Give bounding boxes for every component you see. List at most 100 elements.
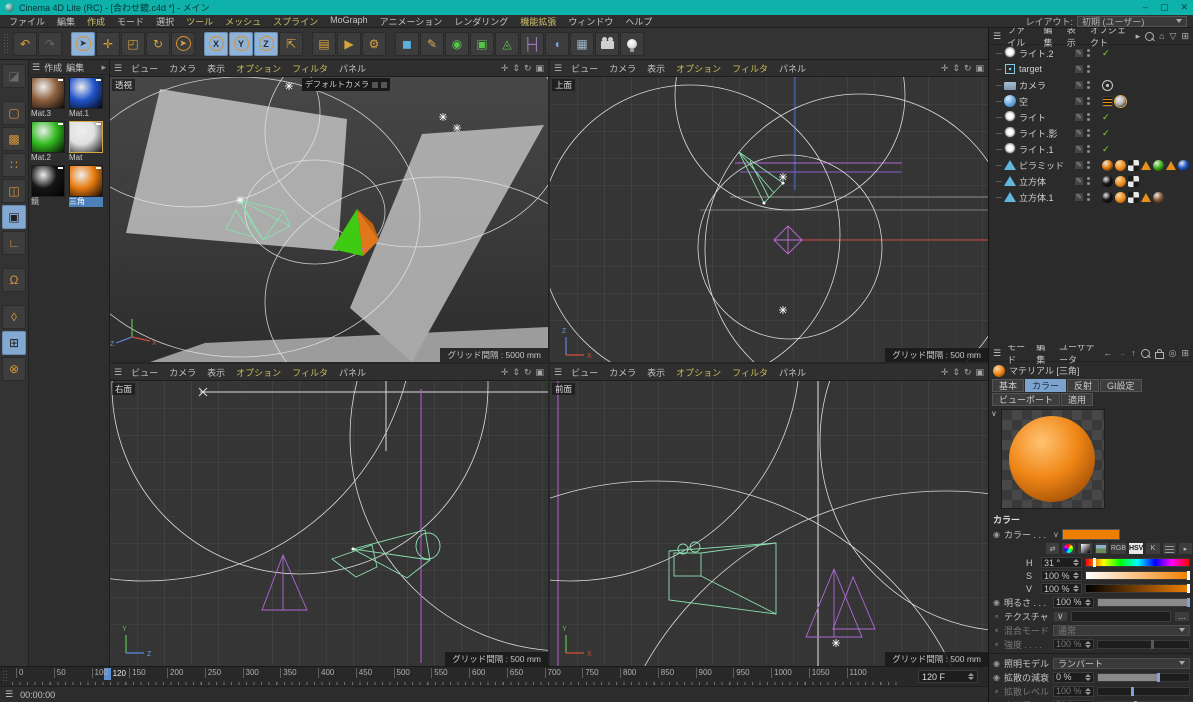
edit-toggle-icon[interactable]: ✎	[1074, 96, 1084, 106]
object-toggles[interactable]: ✎	[1074, 80, 1100, 90]
material-tag[interactable]	[1102, 192, 1113, 203]
object-row[interactable]: ライト.2✎✓	[989, 45, 1193, 61]
toggle-view-icon[interactable]: ▣	[535, 63, 544, 74]
search-icon[interactable]	[1145, 32, 1154, 41]
spline-boolean-tools-button[interactable]: ├┤	[520, 32, 544, 56]
edit-toggle-icon[interactable]: ✎	[1074, 176, 1084, 186]
move-tool-button[interactable]: ✛	[96, 32, 120, 56]
keyframe-icon[interactable]: ◉	[992, 530, 1001, 539]
material-tag[interactable]	[1178, 160, 1189, 171]
lighting-model-select[interactable]: ランバート	[1053, 658, 1190, 669]
panel-menu-icon[interactable]: ☰	[554, 63, 562, 74]
close-button[interactable]: ✕	[1180, 2, 1188, 13]
mixer-mode-icon[interactable]	[1162, 542, 1177, 555]
viewport-menu-item[interactable]: フィルタ	[287, 62, 333, 75]
panel-menu-icon[interactable]: ☰	[993, 348, 1001, 359]
menu-item[interactable]: モード	[111, 15, 150, 28]
kelvin-mode-button[interactable]: K	[1145, 542, 1160, 555]
make-editable-button[interactable]: ◪	[2, 64, 26, 88]
menu-item[interactable]: 機能拡張	[514, 15, 562, 28]
toggle-view-icon[interactable]: ▣	[535, 367, 544, 378]
texture-mode-button[interactable]: ▩	[2, 127, 26, 151]
timeline-tick[interactable]: 950	[733, 668, 749, 678]
hsv-mode-button[interactable]: HSV	[1128, 542, 1144, 555]
timeline-tick[interactable]: 150	[129, 668, 145, 678]
polygon-mode-button[interactable]: ▣	[2, 205, 26, 229]
object-toggles[interactable]: ✎	[1074, 64, 1100, 74]
viewport-menu-item[interactable]: オプション	[231, 366, 286, 379]
menu-item[interactable]: アニメーション	[374, 15, 449, 28]
brightness-value-field[interactable]: 100 %	[1053, 597, 1094, 608]
overflow-icon[interactable]: ▸	[1136, 31, 1141, 42]
timeline-tick[interactable]: 250	[205, 668, 221, 678]
timeline-tick[interactable]: 500	[394, 668, 410, 678]
menu-item[interactable]: 作成	[81, 15, 111, 28]
edit-toggle-icon[interactable]: ✎	[1074, 48, 1084, 58]
menu-item[interactable]: ツール	[180, 15, 219, 28]
object-toggles[interactable]: ✎	[1074, 144, 1100, 154]
viewport-menu-item[interactable]: ビュー	[126, 62, 163, 75]
timeline-tick[interactable]: 100	[92, 668, 108, 678]
keyframe-icon[interactable]: ◉	[992, 673, 1001, 682]
chevron-down-icon[interactable]: ∨	[1053, 530, 1059, 539]
object-name[interactable]: ライト.1	[1016, 143, 1074, 156]
material-menu-create[interactable]: 作成	[44, 61, 62, 74]
panel-menu-icon[interactable]: ☰	[114, 63, 122, 74]
add-field-object-button[interactable]: ◖	[545, 32, 569, 56]
viewport-menu-item[interactable]: パネル	[774, 366, 811, 379]
model-mode-button[interactable]: ▢	[2, 101, 26, 125]
material-item[interactable]: Mat.1	[69, 77, 107, 119]
object-row[interactable]: 立方体.1✎	[989, 189, 1193, 205]
keyframe-icon[interactable]: ∘	[992, 612, 1001, 621]
spinner[interactable]	[1085, 674, 1091, 681]
rotate-view-icon[interactable]: ↻	[964, 63, 972, 74]
panel-menu-icon[interactable]: ☰	[32, 62, 40, 73]
material-item[interactable]: Mat.3	[31, 77, 69, 119]
add-floor-sky-button[interactable]: ▦	[570, 32, 594, 56]
checker-tag[interactable]	[1128, 192, 1139, 203]
menu-item[interactable]: レンダリング	[448, 15, 514, 28]
enable-snap-button[interactable]: Ω	[2, 268, 26, 292]
texture-browse-button[interactable]: ...	[1174, 611, 1190, 622]
object-toggles[interactable]: ✎	[1074, 96, 1100, 106]
saturation-slider[interactable]	[1085, 571, 1190, 580]
edge-mode-button[interactable]: ◫	[2, 179, 26, 203]
viewport-menu-item[interactable]: フィルタ	[727, 62, 773, 75]
material-item[interactable]: 鏡	[31, 165, 69, 207]
viewport-menu-item[interactable]: カメラ	[164, 366, 201, 379]
phong-tag[interactable]	[1115, 176, 1126, 187]
keyframe-icon[interactable]: ◉	[992, 659, 1001, 668]
rgb-mode-button[interactable]: RGB	[1110, 542, 1127, 555]
timeline-tick[interactable]: 200	[167, 668, 183, 678]
visibility-dots[interactable]	[1087, 113, 1090, 121]
spinner[interactable]	[1085, 599, 1091, 606]
light-sparkle-icon[interactable]	[832, 639, 840, 647]
texture-chevron-icon[interactable]: ∨	[1053, 611, 1068, 622]
visibility-dots[interactable]	[1087, 97, 1090, 105]
visibility-dots[interactable]	[1087, 193, 1090, 201]
object-toggles[interactable]: ✎	[1074, 176, 1100, 186]
timeline-tick[interactable]: 700	[545, 668, 561, 678]
camera-wireframe[interactable]	[332, 530, 440, 578]
rotate-view-icon[interactable]: ↻	[524, 63, 532, 74]
visibility-dots[interactable]	[1087, 177, 1090, 185]
triangle-tag[interactable]	[1141, 161, 1151, 170]
am-menu-userdata[interactable]: ユーザデータ	[1055, 345, 1101, 366]
spinner[interactable]	[1073, 585, 1079, 592]
panel-menu-icon[interactable]: ☰	[993, 31, 1001, 42]
workplane-mode-button[interactable]: ◊	[2, 305, 26, 329]
object-row[interactable]: ライト.1✎✓	[989, 141, 1193, 157]
target-icon[interactable]: ◎	[1169, 348, 1177, 359]
timeline-tick[interactable]: 300	[243, 668, 259, 678]
triangle-tag[interactable]	[1141, 193, 1151, 202]
viewport-menu-item[interactable]: オプション	[671, 366, 726, 379]
spinner[interactable]	[1073, 572, 1079, 579]
point-mode-button[interactable]: ∷	[2, 153, 26, 177]
overflow-icon[interactable]: ▸	[101, 62, 106, 73]
viewport-menu-item[interactable]: 表示	[202, 62, 230, 75]
menu-item[interactable]: MoGraph	[324, 15, 374, 28]
timeline-ruler[interactable]: 120 050100150200250300350400450500550600…	[8, 667, 908, 687]
default-camera-label[interactable]: デフォルトカメラ	[302, 78, 390, 91]
menu-item[interactable]: ウィンドウ	[562, 15, 619, 28]
object-name[interactable]: target	[1016, 64, 1074, 74]
